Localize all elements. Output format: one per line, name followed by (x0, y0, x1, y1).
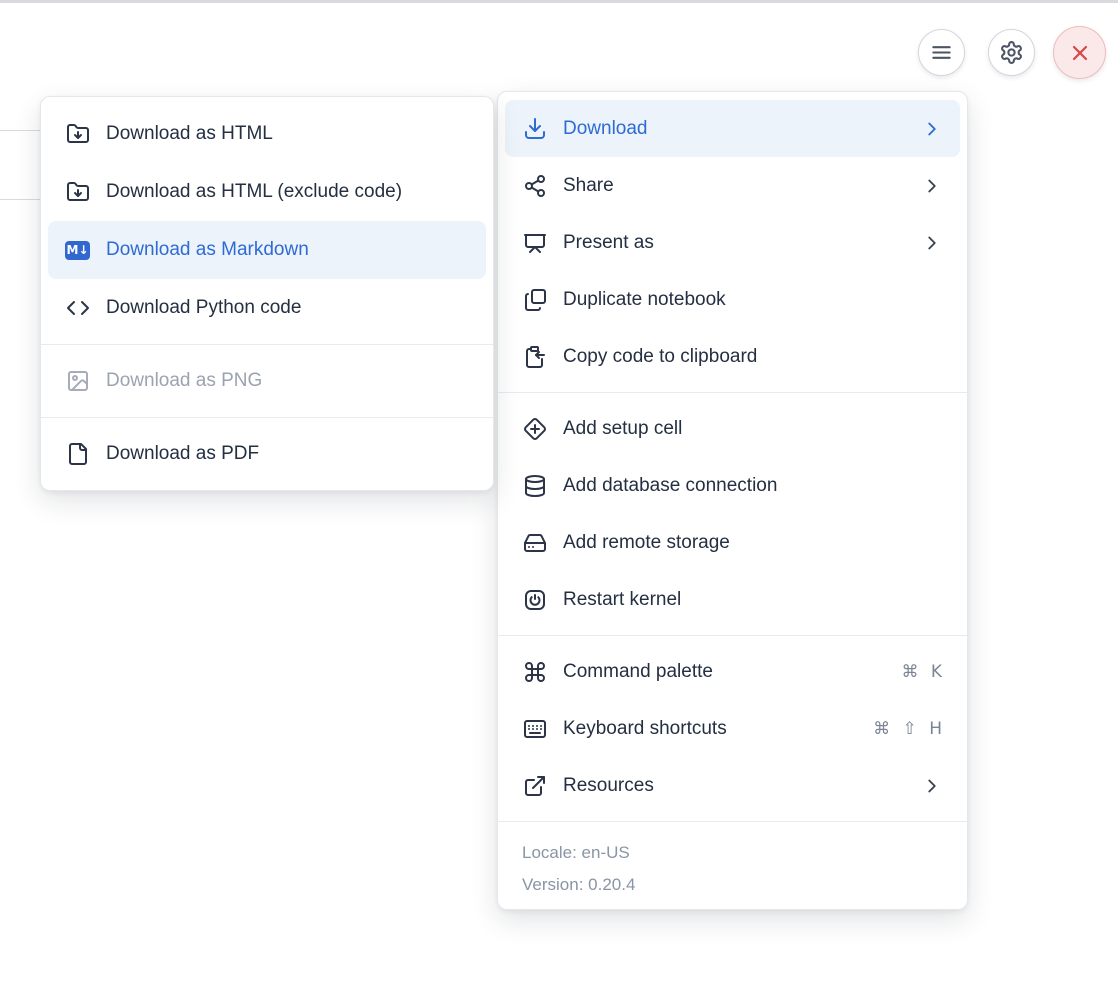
download-icon (522, 116, 547, 141)
clipboard-arrow-icon (522, 344, 547, 369)
menu-item-share[interactable]: Share (505, 157, 960, 214)
menu-item-download[interactable]: Download (505, 100, 960, 157)
keyboard-shortcut-hint: ⌘ ⇧ H (873, 719, 943, 739)
markdown-icon: M↓ (65, 238, 90, 263)
menu-item-download-as-html-exclude-code[interactable]: Download as HTML (exclude code) (48, 163, 486, 221)
menu-item-label: Share (563, 175, 614, 197)
menu-item-label: Command palette (563, 661, 713, 683)
close-icon (1068, 41, 1092, 65)
menu-item-label: Download (563, 118, 648, 140)
menu-item-label: Add setup cell (563, 418, 682, 440)
external-link-icon (522, 773, 547, 798)
notebook-menu-panel: Download Share Present as Duplicate note… (497, 91, 968, 910)
menu-separator (498, 392, 967, 393)
locale-text: Locale: en-US (522, 843, 943, 863)
duplicate-icon (522, 287, 547, 312)
menu-item-label: Download Python code (106, 297, 301, 319)
chevron-right-icon (921, 175, 943, 197)
database-icon (522, 473, 547, 498)
menu-item-restart-kernel[interactable]: Restart kernel (505, 571, 960, 628)
menu-separator (41, 344, 493, 345)
keyboard-icon (522, 716, 547, 741)
menu-footer: Locale: en-US Version: 0.20.4 (498, 829, 967, 909)
chevron-right-icon (921, 775, 943, 797)
settings-button[interactable] (988, 29, 1035, 76)
menu-item-label: Download as PDF (106, 443, 259, 465)
hamburger-icon (930, 41, 953, 64)
folder-down-icon (65, 180, 90, 205)
menu-separator (498, 635, 967, 636)
menu-item-present-as[interactable]: Present as (505, 214, 960, 271)
menu-item-label: Copy code to clipboard (563, 346, 757, 368)
share-icon (522, 173, 547, 198)
menu-item-download-python-code[interactable]: Download Python code (48, 279, 486, 337)
menu-item-label: Restart kernel (563, 589, 681, 611)
diamond-plus-icon (522, 416, 547, 441)
menu-item-label: Download as HTML (exclude code) (106, 181, 402, 203)
folder-down-icon (65, 122, 90, 147)
menu-item-add-setup-cell[interactable]: Add setup cell (505, 400, 960, 457)
keyboard-shortcut-hint: ⌘ K (901, 662, 943, 682)
menu-item-download-as-html[interactable]: Download as HTML (48, 105, 486, 163)
menu-separator (498, 821, 967, 822)
notebook-menu-button[interactable] (918, 29, 965, 76)
menu-item-label: Duplicate notebook (563, 289, 726, 311)
menu-item-label: Resources (563, 775, 654, 797)
image-icon (65, 369, 90, 394)
menu-item-label: Download as Markdown (106, 239, 309, 261)
menu-item-label: Add remote storage (563, 532, 730, 554)
menu-item-resources[interactable]: Resources (505, 757, 960, 814)
menu-item-copy-code-to-clipboard[interactable]: Copy code to clipboard (505, 328, 960, 385)
menu-item-add-database-connection[interactable]: Add database connection (505, 457, 960, 514)
file-icon (65, 442, 90, 467)
power-icon (522, 587, 547, 612)
menu-item-label: Download as HTML (106, 123, 273, 145)
menu-item-duplicate-notebook[interactable]: Duplicate notebook (505, 271, 960, 328)
code-icon (65, 296, 90, 321)
menu-item-command-palette[interactable]: Command palette ⌘ K (505, 643, 960, 700)
menu-separator (41, 417, 493, 418)
menu-item-label: Keyboard shortcuts (563, 718, 727, 740)
hard-drive-icon (522, 530, 547, 555)
menu-item-add-remote-storage[interactable]: Add remote storage (505, 514, 960, 571)
command-icon (522, 659, 547, 684)
background-cell-divider (0, 130, 41, 131)
gear-icon (999, 40, 1024, 65)
version-text: Version: 0.20.4 (522, 875, 943, 895)
window-top-border (0, 0, 1118, 3)
menu-item-label: Present as (563, 232, 654, 254)
download-submenu-panel: Download as HTML Download as HTML (exclu… (40, 96, 494, 491)
presentation-icon (522, 230, 547, 255)
shutdown-button[interactable] (1053, 26, 1106, 79)
menu-item-label: Download as PNG (106, 370, 262, 392)
chevron-right-icon (921, 232, 943, 254)
menu-item-download-as-pdf[interactable]: Download as PDF (48, 425, 486, 483)
menu-item-download-as-png: Download as PNG (48, 352, 486, 410)
menu-item-download-as-markdown[interactable]: M↓ Download as Markdown (48, 221, 486, 279)
background-cell-divider (0, 199, 41, 200)
menu-item-label: Add database connection (563, 475, 777, 497)
menu-item-keyboard-shortcuts[interactable]: Keyboard shortcuts ⌘ ⇧ H (505, 700, 960, 757)
chevron-right-icon (921, 118, 943, 140)
